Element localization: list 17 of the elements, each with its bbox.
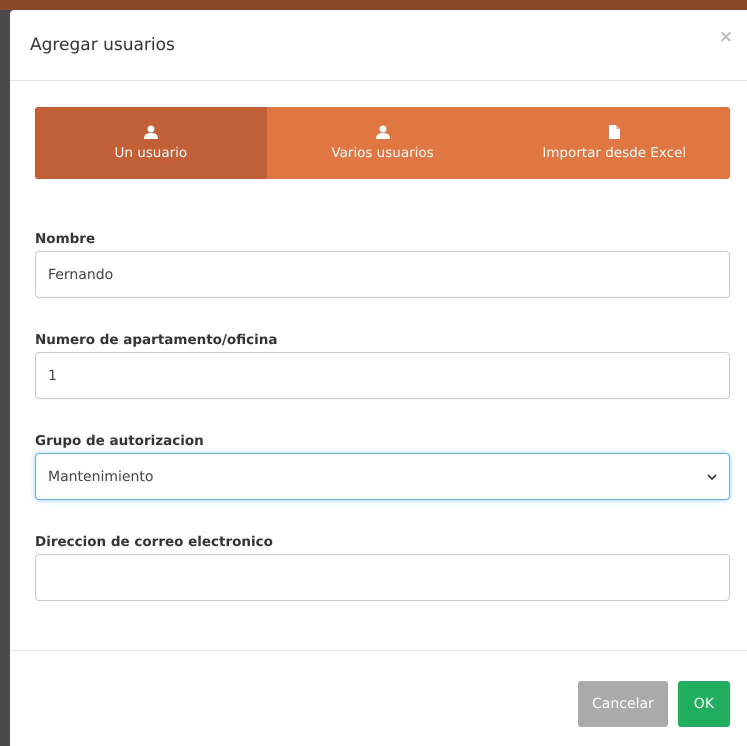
close-button[interactable]: × xyxy=(714,27,737,47)
input-field[interactable]: 1 xyxy=(35,352,730,399)
field-label: Numero de apartamento/oficina xyxy=(35,332,279,348)
user-icon xyxy=(144,125,158,139)
field-label: Nombre xyxy=(35,231,96,247)
input-field[interactable] xyxy=(35,554,730,601)
chevron-down-icon xyxy=(707,474,717,480)
ok-button[interactable]: OK xyxy=(678,680,730,726)
dialog-title: Agregar usuarios xyxy=(30,35,175,55)
select-field[interactable]: Mantenimiento xyxy=(35,453,730,500)
field-label: Grupo de autorizacion xyxy=(35,433,205,449)
file-icon xyxy=(608,125,620,139)
field-label: Direccion de correo electronico xyxy=(35,534,274,550)
cancel-button[interactable]: Cancelar xyxy=(578,680,668,726)
user-icon xyxy=(376,125,390,139)
tab[interactable]: Un usuario xyxy=(35,107,267,179)
input-field[interactable]: Fernando xyxy=(35,251,730,298)
